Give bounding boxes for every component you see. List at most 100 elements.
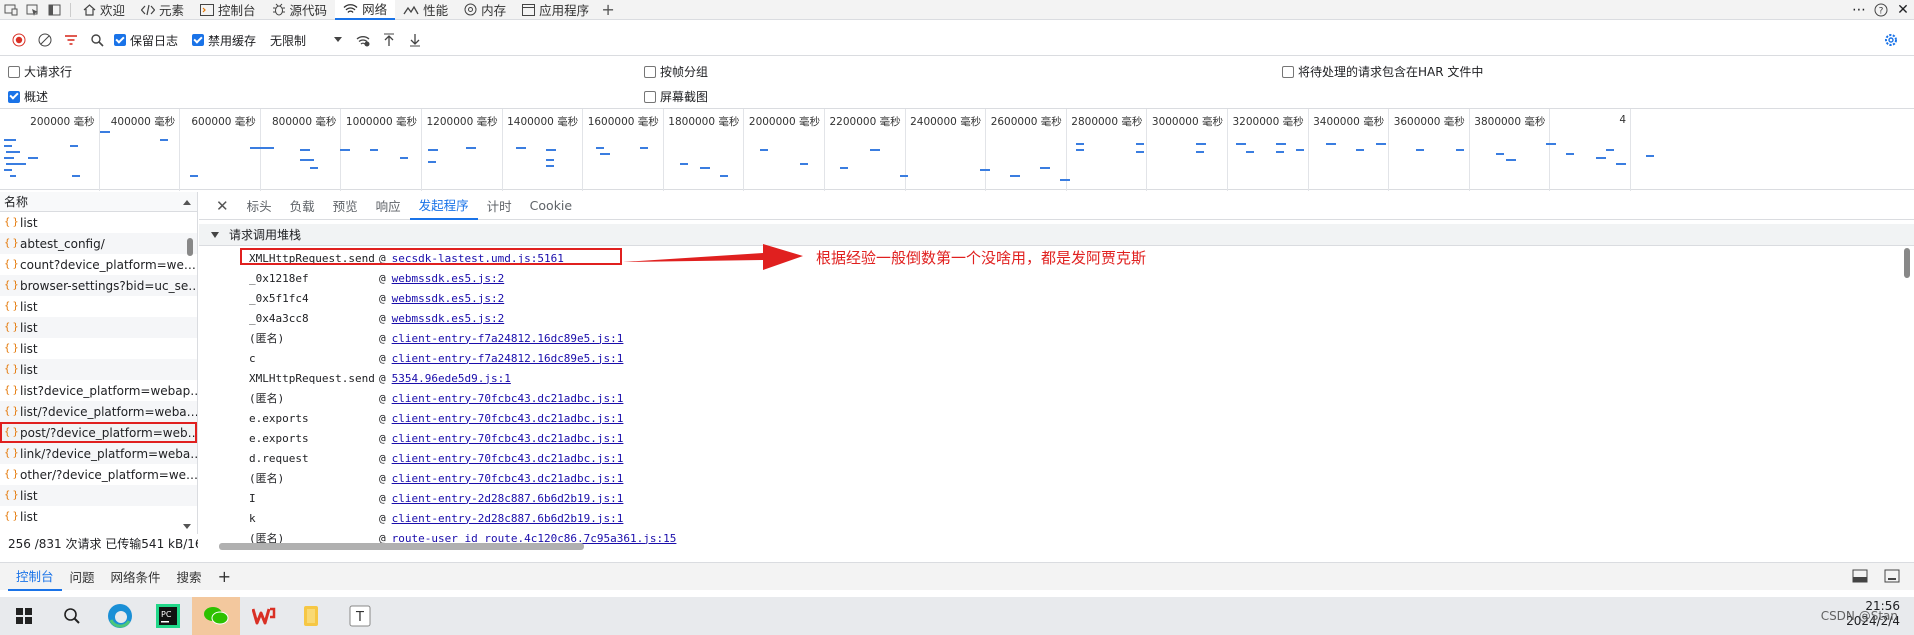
- frame-source-link[interactable]: client-entry-70fcbc43.dc21adbc.js:1: [392, 432, 624, 445]
- tab-app[interactable]: 应用程序: [514, 0, 597, 20]
- wps-office-icon[interactable]: [240, 597, 288, 635]
- checkbox-checked[interactable]: [192, 34, 205, 46]
- detail-tab[interactable]: 预览: [324, 192, 367, 220]
- request-call-stack-header[interactable]: 请求调用堆栈: [199, 224, 1914, 246]
- request-row[interactable]: { } list: [0, 338, 197, 359]
- search-icon[interactable]: [48, 597, 96, 635]
- add-tab-icon[interactable]: +: [597, 0, 619, 20]
- throttle-select[interactable]: 无限制: [270, 32, 343, 49]
- tab-code[interactable]: 元素: [133, 0, 192, 20]
- timeline-request-bar: [4, 157, 14, 159]
- detail-tab[interactable]: 负载: [281, 192, 324, 220]
- overview-checkbox[interactable]: 概述: [8, 88, 48, 105]
- record-icon[interactable]: [6, 28, 32, 52]
- request-row[interactable]: { } list: [0, 317, 197, 338]
- close-detail-icon[interactable]: ✕: [207, 192, 238, 220]
- tab-memory[interactable]: 内存: [456, 0, 514, 20]
- inspect-icon[interactable]: [22, 0, 44, 20]
- frame-source-link[interactable]: webmssdk.es5.js:2: [392, 272, 505, 285]
- scrollbar-thumb[interactable]: [187, 238, 193, 256]
- checkbox-checked[interactable]: [114, 34, 126, 46]
- detail-tab[interactable]: Cookie: [521, 192, 581, 220]
- more-options-icon[interactable]: ⋯: [1848, 0, 1870, 20]
- clear-icon[interactable]: [32, 28, 58, 52]
- frame-source-link[interactable]: client-entry-f7a24812.16dc89e5.js:1: [392, 352, 624, 365]
- frame-source-link[interactable]: client-entry-70fcbc43.dc21adbc.js:1: [392, 412, 624, 425]
- request-row[interactable]: { } list?device_platform=webap…: [0, 380, 197, 401]
- pycharm-icon[interactable]: PC: [144, 597, 192, 635]
- tab-wifi[interactable]: 网络: [335, 0, 396, 20]
- frame-source-link[interactable]: client-entry-2d28c887.6b6d2b19.js:1: [392, 492, 624, 505]
- disable-cache-checkbox[interactable]: 禁用缓存: [192, 32, 256, 49]
- edge-browser-icon[interactable]: [96, 597, 144, 635]
- filter-icon[interactable]: [58, 28, 84, 52]
- frame-source-link[interactable]: client-entry-70fcbc43.dc21adbc.js:1: [392, 472, 624, 485]
- network-overview-timeline[interactable]: 200000 毫秒 400000 毫秒 600000 毫秒 800000 毫秒 1000…: [0, 108, 1914, 191]
- name-column-header[interactable]: 名称: [0, 192, 197, 212]
- frame-source-link[interactable]: client-entry-70fcbc43.dc21adbc.js:1: [392, 452, 624, 465]
- detail-tab[interactable]: 响应: [367, 192, 410, 220]
- checkbox-unchecked[interactable]: [8, 65, 20, 78]
- request-row[interactable]: { } list: [0, 212, 197, 233]
- request-row[interactable]: { } list: [0, 296, 197, 317]
- help-icon[interactable]: ?: [1870, 0, 1892, 20]
- request-row[interactable]: { } abtest_config/: [0, 233, 197, 254]
- network-conditions-icon[interactable]: [350, 28, 376, 52]
- import-har-icon[interactable]: [376, 28, 402, 52]
- drawer-tab[interactable]: 控制台: [8, 563, 62, 591]
- frame-source-link[interactable]: webmssdk.es5.js:2: [392, 312, 505, 325]
- search-icon[interactable]: [84, 28, 110, 52]
- har-pending-checkbox[interactable]: 将待处理的请求包含在HAR 文件中: [1282, 63, 1483, 80]
- vertical-scrollbar[interactable]: [1904, 248, 1910, 278]
- request-row[interactable]: { } list: [0, 485, 197, 506]
- windows-start-icon[interactable]: [0, 597, 48, 635]
- checkbox-unchecked[interactable]: [644, 65, 656, 78]
- request-row[interactable]: { } count?device_platform=we…: [0, 254, 197, 275]
- stack-frame: k @ client-entry-2d28c887.6b6d2b19.js:1: [199, 508, 1914, 528]
- dock-drawer-icon[interactable]: [1852, 569, 1868, 583]
- preserve-log-checkbox[interactable]: 保留日志: [114, 32, 178, 49]
- request-row[interactable]: { } list: [0, 359, 197, 380]
- group-by-frame-checkbox[interactable]: 按帧分组: [644, 63, 708, 80]
- request-row[interactable]: { } list/?device_platform=weba…: [0, 401, 197, 422]
- request-row[interactable]: { } browser-settings?bid=uc_se…: [0, 275, 197, 296]
- frame-source-link[interactable]: client-entry-f7a24812.16dc89e5.js:1: [392, 332, 624, 345]
- wechat-icon[interactable]: [192, 597, 240, 635]
- request-row[interactable]: { } link/?device_platform=weba…: [0, 443, 197, 464]
- detail-tab[interactable]: 计时: [478, 192, 521, 220]
- timeline-gridline: [1388, 109, 1390, 191]
- drawer-tab[interactable]: 搜索: [169, 563, 210, 591]
- screenshots-checkbox[interactable]: 屏幕截图: [644, 88, 708, 105]
- frame-source-link[interactable]: client-entry-70fcbc43.dc21adbc.js:1: [392, 392, 624, 405]
- device-toolbar-icon[interactable]: [0, 0, 22, 20]
- close-drawer-icon[interactable]: [1884, 569, 1900, 583]
- frame-source-link[interactable]: client-entry-2d28c887.6b6d2b19.js:1: [392, 512, 624, 525]
- tab-home[interactable]: 欢迎: [75, 0, 133, 20]
- tab-bug[interactable]: 源代码: [264, 0, 336, 20]
- checkbox-unchecked[interactable]: [644, 90, 656, 103]
- timeline-gridline: [582, 109, 584, 191]
- export-har-icon[interactable]: [402, 28, 428, 52]
- scroll-down-icon[interactable]: [183, 524, 191, 530]
- tab-gauge[interactable]: 性能: [395, 0, 456, 20]
- horizontal-scrollbar[interactable]: [219, 543, 584, 550]
- request-row[interactable]: { } list: [0, 506, 197, 527]
- request-row[interactable]: { } other/?device_platform=we…: [0, 464, 197, 485]
- file-explorer-icon[interactable]: [288, 597, 336, 635]
- tab-console[interactable]: 控制台: [192, 0, 264, 20]
- drawer-tab[interactable]: 网络条件: [103, 563, 169, 591]
- detail-tab[interactable]: 发起程序: [409, 192, 478, 220]
- large-rows-checkbox[interactable]: 大请求行: [8, 63, 72, 80]
- checkbox-unchecked[interactable]: [1282, 65, 1294, 78]
- drawer-tab[interactable]: 问题: [62, 563, 103, 591]
- checkbox-checked[interactable]: [8, 90, 20, 103]
- add-drawer-tab-icon[interactable]: +: [210, 563, 239, 591]
- dock-side-icon[interactable]: [44, 0, 66, 20]
- text-editor-icon[interactable]: T: [336, 597, 384, 635]
- settings-gear-icon[interactable]: [1878, 28, 1904, 52]
- frame-source-link[interactable]: 5354.96ede5d9.js:1: [392, 372, 511, 385]
- frame-source-link[interactable]: webmssdk.es5.js:2: [392, 292, 505, 305]
- detail-tab[interactable]: 标头: [238, 192, 281, 220]
- close-devtools-icon[interactable]: ✕: [1892, 0, 1914, 20]
- request-row[interactable]: { } post/?device_platform=web…: [0, 422, 197, 443]
